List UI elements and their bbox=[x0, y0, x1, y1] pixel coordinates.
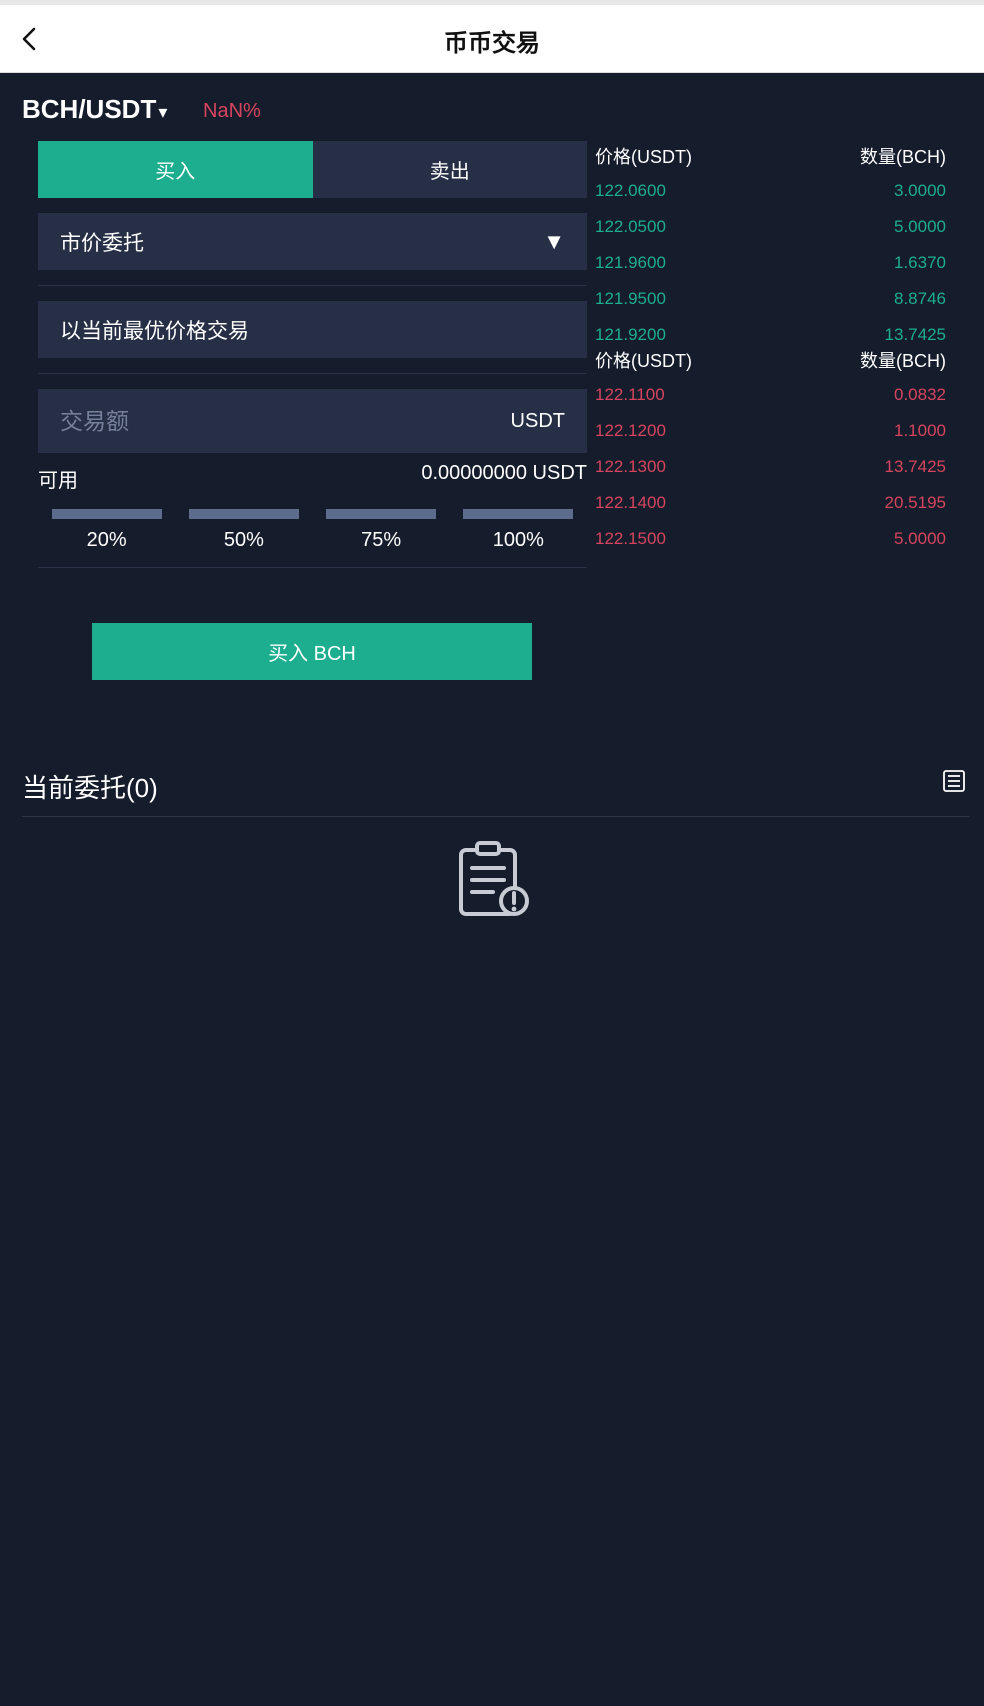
percent-bar bbox=[326, 509, 437, 519]
orders-divider bbox=[22, 816, 969, 817]
ask-quantity: 13.7425 bbox=[884, 325, 946, 344]
price-column-header: 价格(USDT) bbox=[595, 351, 692, 371]
available-value: 0.00000000 USDT bbox=[421, 462, 587, 484]
orderbook-header: 价格(USDT) 数量(BCH) bbox=[595, 347, 946, 373]
bid-row[interactable]: 122.1300 13.7425 bbox=[595, 457, 946, 477]
amount-field: USDT bbox=[38, 389, 587, 453]
price-column-header: 价格(USDT) bbox=[595, 147, 692, 167]
ask-row[interactable]: 122.0500 5.0000 bbox=[595, 217, 946, 237]
bid-quantity: 1.1000 bbox=[894, 421, 946, 440]
page-title: 币币交易 bbox=[444, 30, 540, 57]
percent-bar bbox=[463, 509, 574, 519]
orderbook-header: 价格(USDT) 数量(BCH) bbox=[595, 143, 946, 169]
percent-label: 50% bbox=[223, 529, 264, 551]
bid-price: 122.1500 bbox=[595, 529, 666, 548]
tab-sell[interactable]: 卖出 bbox=[312, 141, 587, 198]
ask-row[interactable]: 121.9200 13.7425 bbox=[595, 325, 946, 345]
percent-bar bbox=[51, 509, 162, 519]
percent-label: 100% bbox=[492, 529, 544, 551]
ask-quantity: 3.0000 bbox=[894, 181, 946, 200]
percent-button[interactable]: 100% bbox=[450, 509, 587, 552]
app-header: 币币交易 bbox=[0, 5, 984, 73]
ask-price: 121.9200 bbox=[595, 325, 666, 344]
ask-row[interactable]: 121.9500 8.8746 bbox=[595, 289, 946, 309]
trade-page: 币币交易 BCH/USDT ▾ NaN% 买入 卖出 市价委托 ▼ 以当前最优价格… bbox=[0, 0, 984, 1706]
price-field: 以当前最优价格交易 bbox=[38, 301, 587, 358]
trade-side-tabs: 买入 卖出 bbox=[38, 141, 587, 198]
ask-price: 122.0600 bbox=[595, 181, 666, 200]
price-text: 以当前最优价格交易 bbox=[60, 319, 249, 343]
form-divider bbox=[38, 285, 587, 286]
bid-price: 122.1200 bbox=[595, 421, 666, 440]
quantity-column-header: 数量(BCH) bbox=[860, 147, 946, 167]
pair-selector[interactable]: BCH/USDT ▾ bbox=[22, 94, 167, 125]
order-type-select[interactable]: 市价委托 ▼ bbox=[38, 213, 587, 270]
bid-quantity: 0.0832 bbox=[894, 385, 946, 404]
ask-price: 122.0500 bbox=[595, 217, 666, 236]
amount-unit: USDT bbox=[510, 409, 565, 432]
current-orders-title: 当前委托(0) bbox=[22, 773, 158, 803]
order-list-icon bbox=[943, 770, 965, 792]
tab-buy[interactable]: 买入 bbox=[38, 141, 313, 198]
quantity-column-header: 数量(BCH) bbox=[860, 351, 946, 371]
bid-row[interactable]: 122.1200 1.1000 bbox=[595, 421, 946, 441]
ask-price: 121.9600 bbox=[595, 253, 666, 272]
ask-quantity: 1.6370 bbox=[894, 253, 946, 272]
ask-quantity: 5.0000 bbox=[894, 217, 946, 236]
amount-input[interactable] bbox=[60, 407, 360, 435]
percent-label: 75% bbox=[361, 529, 402, 551]
percentage-selector: 20% 50% 75% 100% bbox=[38, 509, 587, 552]
form-divider bbox=[38, 567, 587, 568]
bid-row[interactable]: 122.1100 0.0832 bbox=[595, 385, 946, 405]
order-type-label: 市价委托 bbox=[60, 231, 144, 255]
bid-quantity: 13.7425 bbox=[884, 457, 946, 476]
bid-quantity: 20.5195 bbox=[884, 493, 946, 512]
dropdown-arrow-icon: ▼ bbox=[543, 228, 565, 254]
bid-price: 122.1100 bbox=[595, 385, 665, 404]
buy-submit-button[interactable]: 买入 BCH bbox=[92, 623, 532, 680]
percent-button[interactable]: 75% bbox=[313, 509, 450, 552]
ask-quantity: 8.8746 bbox=[894, 289, 946, 308]
ask-price: 121.9500 bbox=[595, 289, 666, 308]
available-label: 可用 bbox=[38, 470, 78, 492]
bid-price: 122.1300 bbox=[595, 457, 666, 476]
bid-price: 122.1400 bbox=[595, 493, 666, 512]
ask-row[interactable]: 121.9600 1.6370 bbox=[595, 253, 946, 273]
form-divider bbox=[38, 373, 587, 374]
ask-row[interactable]: 122.0600 3.0000 bbox=[595, 181, 946, 201]
caret-down-icon: ▾ bbox=[158, 102, 168, 122]
order-history-button[interactable] bbox=[942, 769, 966, 793]
percent-button[interactable]: 20% bbox=[38, 509, 175, 552]
percent-button[interactable]: 50% bbox=[175, 509, 312, 552]
bid-row[interactable]: 122.1400 20.5195 bbox=[595, 493, 946, 513]
percent-label: 20% bbox=[86, 529, 127, 551]
bid-row[interactable]: 122.1500 5.0000 bbox=[595, 529, 946, 549]
percent-bar bbox=[188, 509, 299, 519]
pair-name: BCH/USDT bbox=[22, 94, 157, 124]
bid-quantity: 5.0000 bbox=[894, 529, 946, 548]
clipboard-alert-icon bbox=[459, 841, 529, 916]
pair-change: NaN% bbox=[203, 100, 261, 122]
